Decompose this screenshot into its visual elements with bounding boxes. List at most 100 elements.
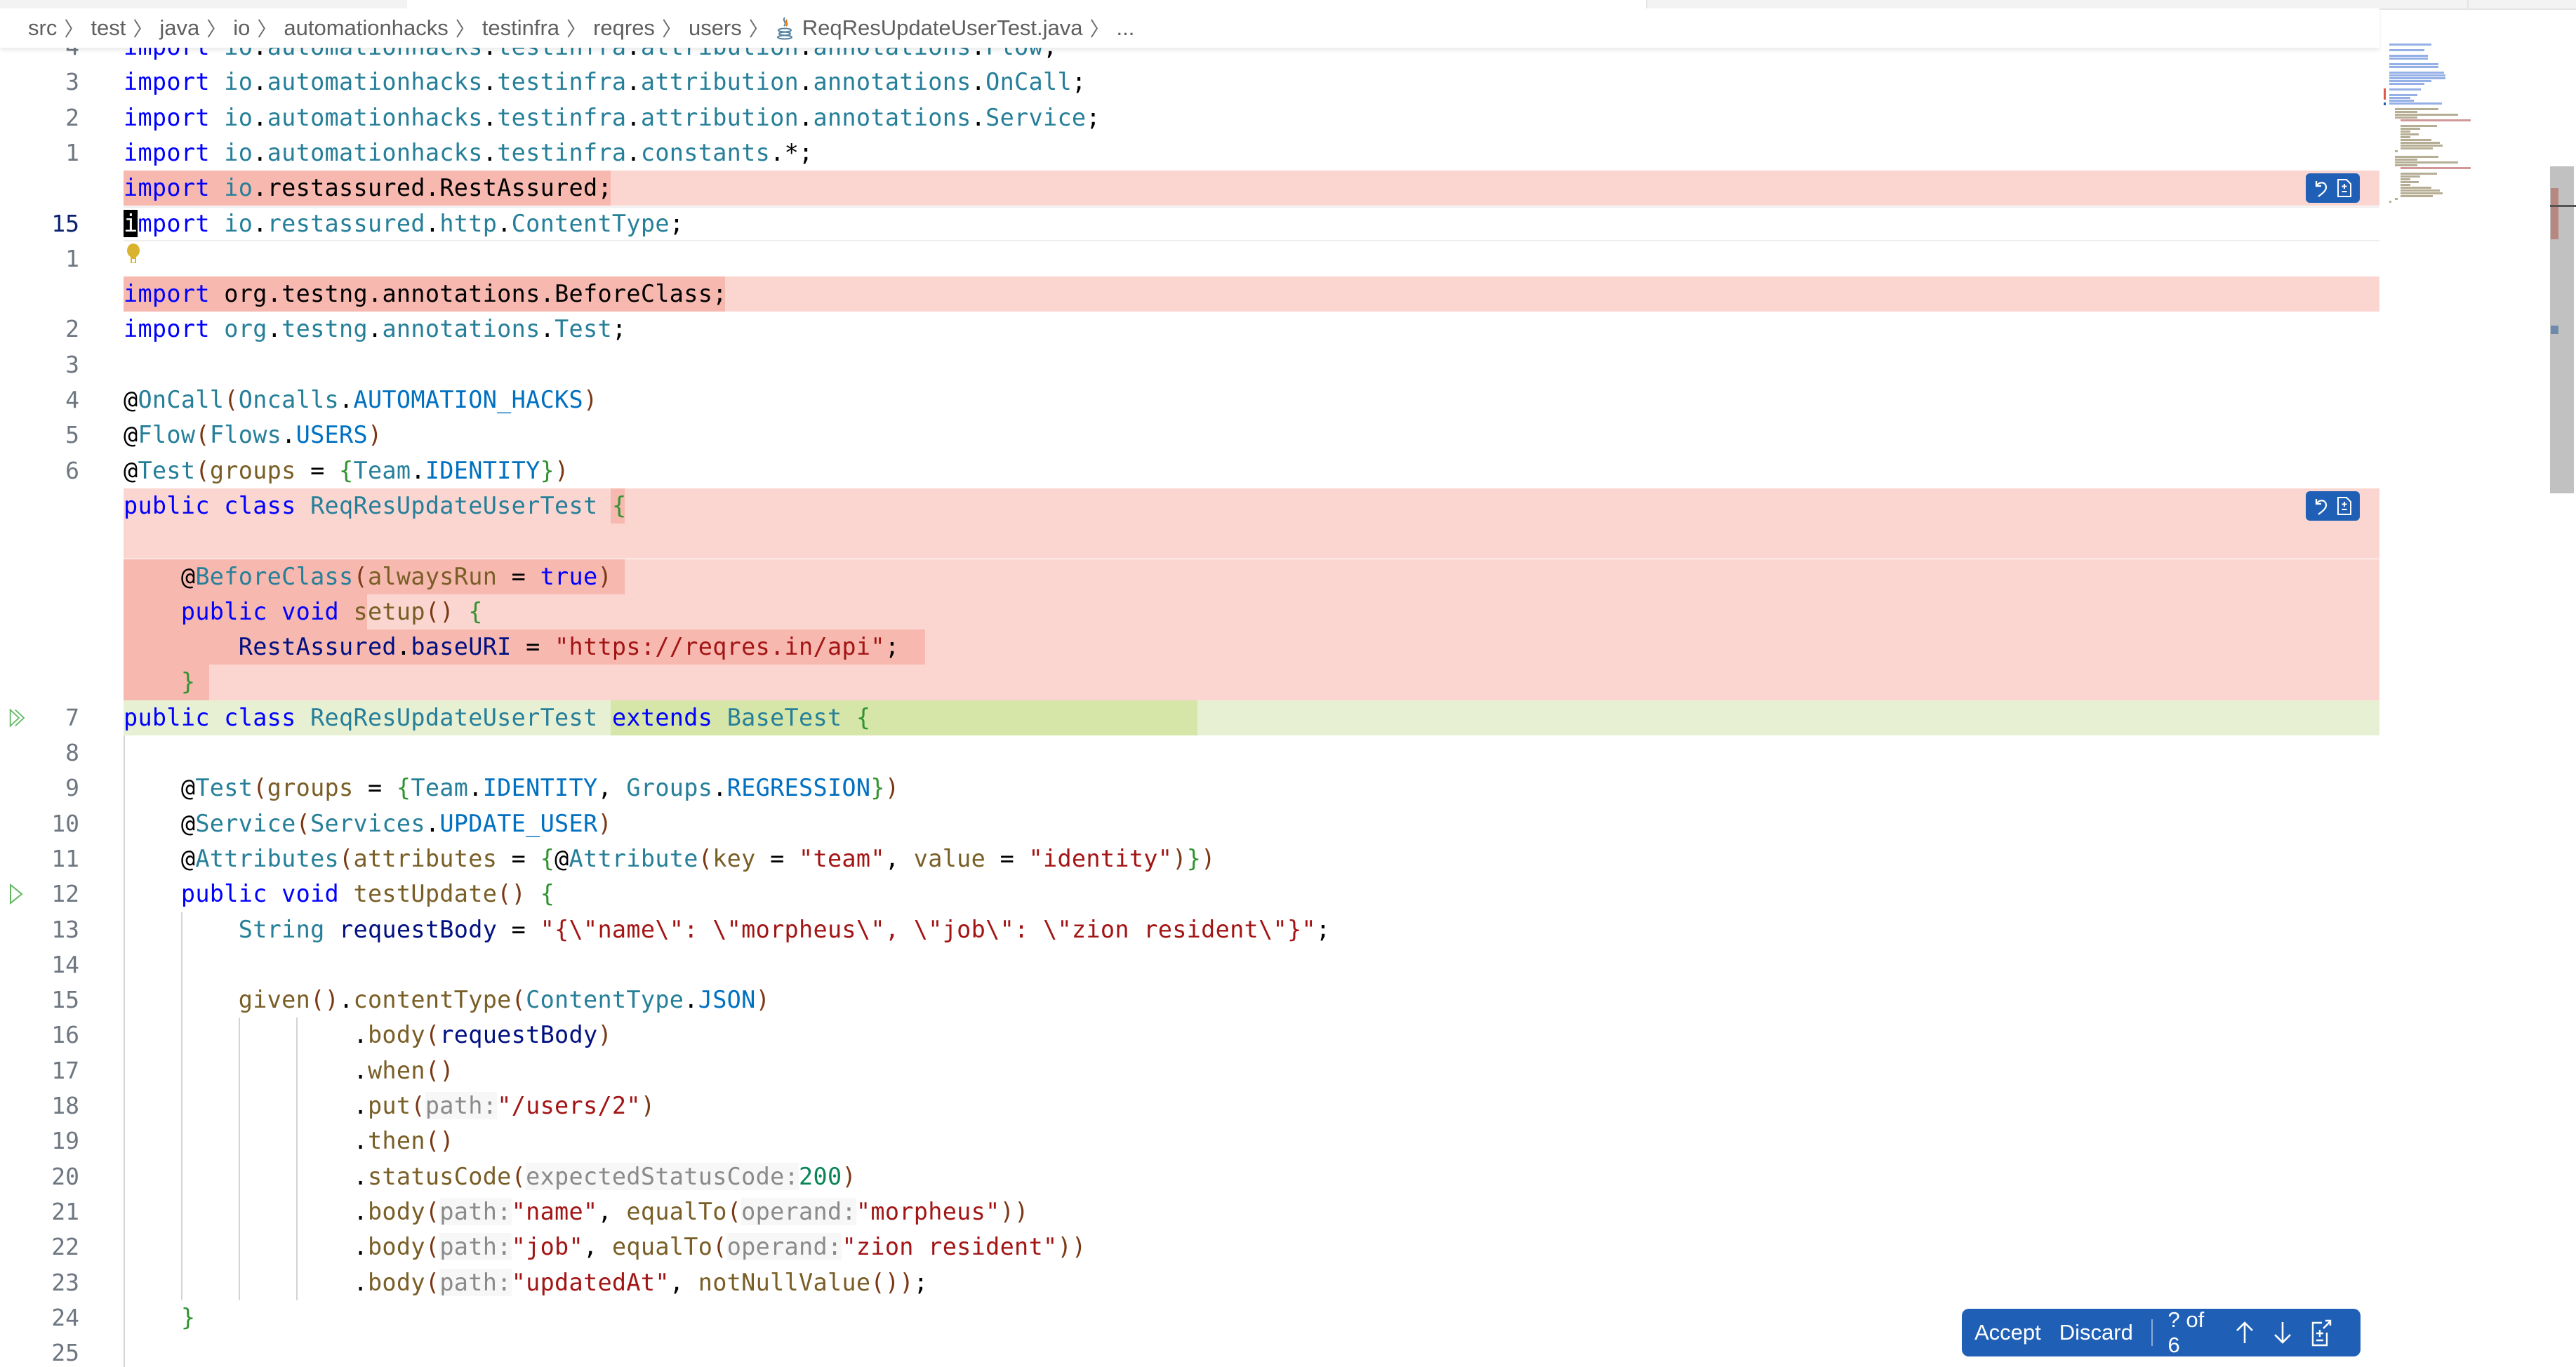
code-line[interactable]: String requestBody = "{\"name\": \"morph… xyxy=(124,912,1330,947)
code-line[interactable]: import io.automationhacks.testinfra.cons… xyxy=(124,135,814,171)
code-line[interactable]: @Attributes(attributes = {@Attribute(key… xyxy=(124,841,1216,876)
lightbulb-icon[interactable] xyxy=(125,243,142,271)
line-number-gutter[interactable]: 3 xyxy=(0,65,123,100)
line-number-gutter[interactable]: 20 xyxy=(0,1159,123,1194)
code-line[interactable]: given().contentType(ContentType.JSON) xyxy=(124,982,770,1018)
line-number-gutter[interactable]: 15 xyxy=(0,982,123,1018)
chevron-right-icon: 〉 xyxy=(64,18,84,40)
minimap-line xyxy=(2401,131,2410,133)
line-number-gutter[interactable]: 2 xyxy=(0,100,123,135)
line-number-gutter[interactable]: 25 xyxy=(0,1335,123,1367)
code-line[interactable]: .statusCode(expectedStatusCode:200) xyxy=(124,1159,856,1194)
breadcrumb-symbols[interactable]: ... xyxy=(1117,15,1135,41)
line-number-gutter[interactable]: 21 xyxy=(0,1194,123,1229)
code-line[interactable]: import org.testng.annotations.BeforeClas… xyxy=(124,276,727,312)
code-line[interactable]: .body(path:"job", equalTo(operand:"zion … xyxy=(124,1229,1086,1265)
discard-button[interactable]: Discard xyxy=(2059,1320,2133,1345)
line-number-gutter[interactable]: 24 xyxy=(0,1300,123,1335)
line-number-gutter[interactable] xyxy=(0,524,123,559)
line-number-gutter[interactable]: 11 xyxy=(0,841,123,876)
breadcrumb-item[interactable]: test xyxy=(91,15,126,41)
minimap[interactable] xyxy=(2384,44,2496,226)
code-line[interactable]: .body(path:"updatedAt", notNullValue()); xyxy=(124,1265,928,1300)
run-class-icon[interactable] xyxy=(8,700,29,735)
line-number-gutter[interactable]: 15 xyxy=(0,206,123,241)
code-line[interactable]: import io.automationhacks.testinfra.attr… xyxy=(124,100,1101,135)
code-line[interactable]: @Test(groups = {Team.IDENTITY, Groups.RE… xyxy=(124,771,899,806)
breadcrumb-item[interactable]: users xyxy=(689,15,742,41)
code-line[interactable]: .then() xyxy=(124,1123,454,1159)
code-line[interactable]: import io.restassured.RestAssured; xyxy=(124,171,612,206)
line-number-gutter[interactable] xyxy=(0,171,123,206)
vertical-scrollbar[interactable] xyxy=(2550,166,2576,1367)
code-line[interactable]: .put(path:"/users/2") xyxy=(124,1088,655,1123)
arrow-up-icon[interactable] xyxy=(2233,1317,2257,1348)
line-number-gutter[interactable]: 1 xyxy=(0,135,123,171)
line-number-gutter[interactable] xyxy=(0,488,123,524)
code-line[interactable]: public class ReqResUpdateUserTest { xyxy=(124,488,626,524)
line-number-gutter[interactable]: 22 xyxy=(0,1229,123,1265)
line-number-gutter[interactable]: 3 xyxy=(0,347,123,382)
line-number-gutter[interactable]: 8 xyxy=(0,735,123,771)
code-editor[interactable]: 4 import io.automationhacks.testinfra.att… xyxy=(0,29,2379,1367)
code-line[interactable]: public void testUpdate() { xyxy=(124,876,555,912)
code-line[interactable]: } xyxy=(124,665,195,700)
code-line[interactable]: .body(path:"name", equalTo(operand:"morp… xyxy=(124,1194,1029,1229)
chevron-right-icon: 〉 xyxy=(566,18,587,40)
tab[interactable] xyxy=(0,0,409,8)
breadcrumb-item[interactable]: automationhacks xyxy=(284,15,448,41)
code-line[interactable]: RestAssured.baseURI = "https://reqres.in… xyxy=(124,629,899,665)
code-line[interactable]: import io.restassured.http.ContentType; xyxy=(124,206,684,241)
breadcrumb-item[interactable]: java xyxy=(159,15,199,41)
code-line[interactable]: .when() xyxy=(124,1053,454,1088)
line-number-gutter[interactable]: 19 xyxy=(0,1123,123,1159)
line-number-gutter[interactable]: 4 xyxy=(0,382,123,418)
code-line[interactable]: .body(requestBody) xyxy=(124,1018,612,1053)
breadcrumb-item[interactable]: reqres xyxy=(593,15,655,41)
line-number-gutter[interactable]: 23 xyxy=(0,1265,123,1300)
diff-file-icon[interactable] xyxy=(2335,495,2354,516)
tab[interactable] xyxy=(2467,0,2576,8)
diff-file-icon[interactable] xyxy=(2335,178,2354,199)
code-line[interactable]: public void setup() { xyxy=(124,594,483,629)
revert-icon[interactable] xyxy=(2311,178,2331,199)
tab[interactable] xyxy=(1646,0,2469,8)
breadcrumb-item[interactable]: src xyxy=(28,15,57,41)
line-number-gutter[interactable] xyxy=(0,629,123,665)
breadcrumb-file[interactable]: ReqResUpdateUserTest.java xyxy=(802,15,1083,41)
code-line[interactable]: @Flow(Flows.USERS) xyxy=(124,418,382,453)
line-number-gutter[interactable]: 17 xyxy=(0,1053,123,1088)
revert-icon[interactable] xyxy=(2311,495,2331,516)
line-number-gutter[interactable]: 9 xyxy=(0,771,123,806)
line-number-gutter[interactable]: 6 xyxy=(0,453,123,488)
code-line[interactable]: @Test(groups = {Team.IDENTITY}) xyxy=(124,453,569,488)
line-number-gutter[interactable] xyxy=(0,559,123,594)
line-number-gutter[interactable]: 5 xyxy=(0,418,123,453)
code-line[interactable]: } xyxy=(124,1300,195,1335)
line-number-gutter[interactable]: 16 xyxy=(0,1018,123,1053)
line-number-gutter[interactable]: 13 xyxy=(0,912,123,947)
line-number: 3 xyxy=(65,68,79,96)
code-line[interactable]: @Service(Services.UPDATE_USER) xyxy=(124,806,612,841)
line-number-gutter[interactable] xyxy=(0,594,123,629)
arrow-down-icon[interactable] xyxy=(2271,1317,2295,1348)
code-line[interactable]: public class ReqResUpdateUserTest extend… xyxy=(124,700,870,735)
open-diff-icon[interactable] xyxy=(2310,1317,2333,1348)
line-number: 5 xyxy=(65,421,79,449)
breadcrumb-item[interactable]: testinfra xyxy=(482,15,559,41)
accept-button[interactable]: Accept xyxy=(1974,1320,2041,1345)
code-line[interactable]: @OnCall(Oncalls.AUTOMATION_HACKS) xyxy=(124,382,597,418)
breadcrumb-item[interactable]: io xyxy=(233,15,250,41)
line-number-gutter[interactable]: 18 xyxy=(0,1088,123,1123)
code-line[interactable]: import org.testng.annotations.Test; xyxy=(124,312,626,347)
code-line[interactable]: @BeforeClass(alwaysRun = true) xyxy=(124,559,612,594)
line-number-gutter[interactable] xyxy=(0,276,123,312)
line-number-gutter[interactable]: 14 xyxy=(0,947,123,982)
line-number-gutter[interactable] xyxy=(0,665,123,700)
line-number-gutter[interactable]: 10 xyxy=(0,806,123,841)
code-line[interactable]: import io.automationhacks.testinfra.attr… xyxy=(124,65,1086,100)
tab-active[interactable] xyxy=(407,0,1647,8)
line-number-gutter[interactable]: 1 xyxy=(0,241,123,276)
run-test-icon[interactable] xyxy=(8,876,29,912)
line-number-gutter[interactable]: 2 xyxy=(0,312,123,347)
